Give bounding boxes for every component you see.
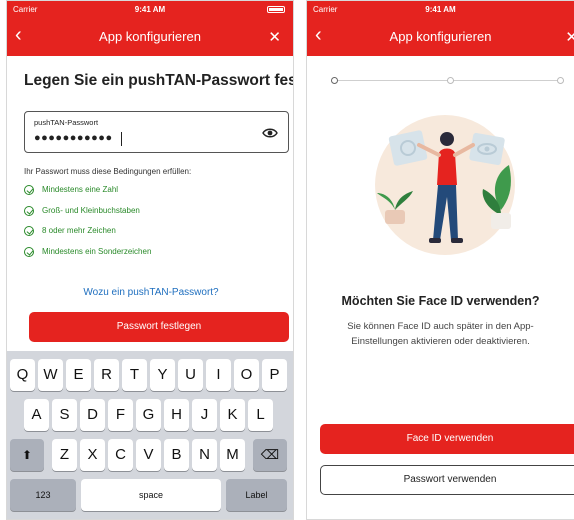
password-input[interactable]: ●●●●●●●●●●● bbox=[34, 132, 234, 144]
requirement-text: Groß- und Kleinbuchstaben bbox=[42, 205, 140, 215]
key-l[interactable]: L bbox=[248, 399, 273, 431]
progress-stepper bbox=[331, 76, 564, 86]
password-field-label: pushTAN-Passwort bbox=[34, 118, 99, 127]
status-bar: Carrier 9:41 AM bbox=[7, 1, 293, 18]
nav-title: App konfigurieren bbox=[389, 29, 492, 44]
requirement-item: 8 oder mehr Zeichen bbox=[24, 226, 151, 247]
key-a[interactable]: A bbox=[24, 399, 49, 431]
eye-icon[interactable] bbox=[262, 126, 278, 144]
numbers-key[interactable]: 123 bbox=[10, 479, 76, 511]
key-m[interactable]: M bbox=[220, 439, 245, 471]
key-i[interactable]: I bbox=[206, 359, 231, 391]
requirement-text: Mindestens ein Sonderzeichen bbox=[42, 246, 152, 256]
use-face-id-button[interactable]: Face ID verwenden bbox=[320, 424, 574, 454]
key-y[interactable]: Y bbox=[150, 359, 175, 391]
check-circle-icon bbox=[24, 226, 34, 236]
key-k[interactable]: K bbox=[220, 399, 245, 431]
key-z[interactable]: Z bbox=[52, 439, 77, 471]
nav-bar: ‹ App konfigurieren ✕ bbox=[307, 18, 574, 56]
phone-screen-password: Carrier 9:41 AM ‹ App konfigurieren ✕ Le… bbox=[6, 0, 294, 520]
key-n[interactable]: N bbox=[192, 439, 217, 471]
requirements-list: Mindestens eine Zahl Groß- und Kleinbuch… bbox=[24, 185, 151, 267]
space-key[interactable]: space bbox=[81, 479, 221, 511]
stepper-dot-current bbox=[331, 77, 338, 84]
nav-bar: ‹ App konfigurieren ✕ bbox=[7, 18, 293, 56]
set-password-button[interactable]: Passwort festlegen bbox=[29, 312, 289, 342]
key-x[interactable]: X bbox=[80, 439, 105, 471]
key-o[interactable]: O bbox=[234, 359, 259, 391]
face-id-illustration bbox=[375, 115, 515, 255]
close-icon[interactable]: ✕ bbox=[268, 28, 281, 46]
key-u[interactable]: U bbox=[178, 359, 203, 391]
face-id-question: Möchten Sie Face ID verwenden? bbox=[341, 294, 540, 308]
clock: 9:41 AM bbox=[134, 5, 166, 14]
check-circle-icon bbox=[24, 246, 34, 257]
nav-title: App konfigurieren bbox=[99, 29, 201, 44]
requirement-text: 8 oder mehr Zeichen bbox=[42, 226, 116, 235]
check-circle-icon bbox=[24, 185, 34, 195]
shift-key[interactable]: ⬆ bbox=[10, 439, 44, 471]
requirement-text: Mindestens eine Zahl bbox=[42, 185, 119, 194]
stepper-dot bbox=[447, 77, 454, 84]
use-password-button[interactable]: Passwort verwenden bbox=[320, 465, 574, 495]
key-e[interactable]: E bbox=[66, 359, 91, 391]
clock: 9:41 AM bbox=[425, 5, 456, 14]
status-bar: Carrier 9:41 AM bbox=[307, 1, 574, 18]
check-circle-icon bbox=[24, 205, 34, 216]
requirement-item: Mindestens eine Zahl bbox=[24, 185, 151, 206]
key-p[interactable]: P bbox=[262, 359, 287, 391]
close-icon[interactable]: ✕ bbox=[565, 28, 574, 46]
requirement-item: Groß- und Kleinbuchstaben bbox=[24, 205, 151, 227]
key-h[interactable]: H bbox=[164, 399, 189, 431]
phone-screen-face-id: Carrier 9:41 AM ‹ App konfigurieren ✕ bbox=[306, 0, 574, 520]
key-w[interactable]: W bbox=[38, 359, 63, 391]
key-b[interactable]: B bbox=[164, 439, 189, 471]
key-d[interactable]: D bbox=[80, 399, 105, 431]
key-c[interactable]: C bbox=[108, 439, 133, 471]
return-key[interactable]: Label bbox=[226, 479, 287, 511]
text-cursor bbox=[121, 132, 122, 146]
key-j[interactable]: J bbox=[192, 399, 217, 431]
key-t[interactable]: T bbox=[122, 359, 147, 391]
key-q[interactable]: Q bbox=[10, 359, 35, 391]
stepper-dot bbox=[557, 77, 564, 84]
on-screen-keyboard: Q W E R T Y U I O P A S D F G H J K L ⬆ … bbox=[7, 351, 293, 519]
requirement-item: Mindestens ein Sonderzeichen bbox=[24, 246, 152, 268]
info-link[interactable]: Wozu ein pushTAN-Passwort? bbox=[7, 287, 293, 298]
password-field[interactable]: pushTAN-Passwort ●●●●●●●●●●● bbox=[24, 111, 289, 153]
page-title: Legen Sie ein pushTAN-Passwort fest bbox=[24, 72, 294, 89]
backspace-key[interactable]: ⌫ bbox=[253, 439, 287, 471]
key-v[interactable]: V bbox=[136, 439, 161, 471]
requirements-title: Ihr Passwort muss diese Bedingungen erfü… bbox=[24, 167, 192, 176]
key-g[interactable]: G bbox=[136, 399, 161, 431]
key-s[interactable]: S bbox=[52, 399, 77, 431]
face-id-description: Sie können Face ID auch später in den Ap… bbox=[347, 321, 534, 347]
battery-icon bbox=[267, 6, 285, 13]
key-r[interactable]: R bbox=[94, 359, 119, 391]
key-f[interactable]: F bbox=[108, 399, 133, 431]
